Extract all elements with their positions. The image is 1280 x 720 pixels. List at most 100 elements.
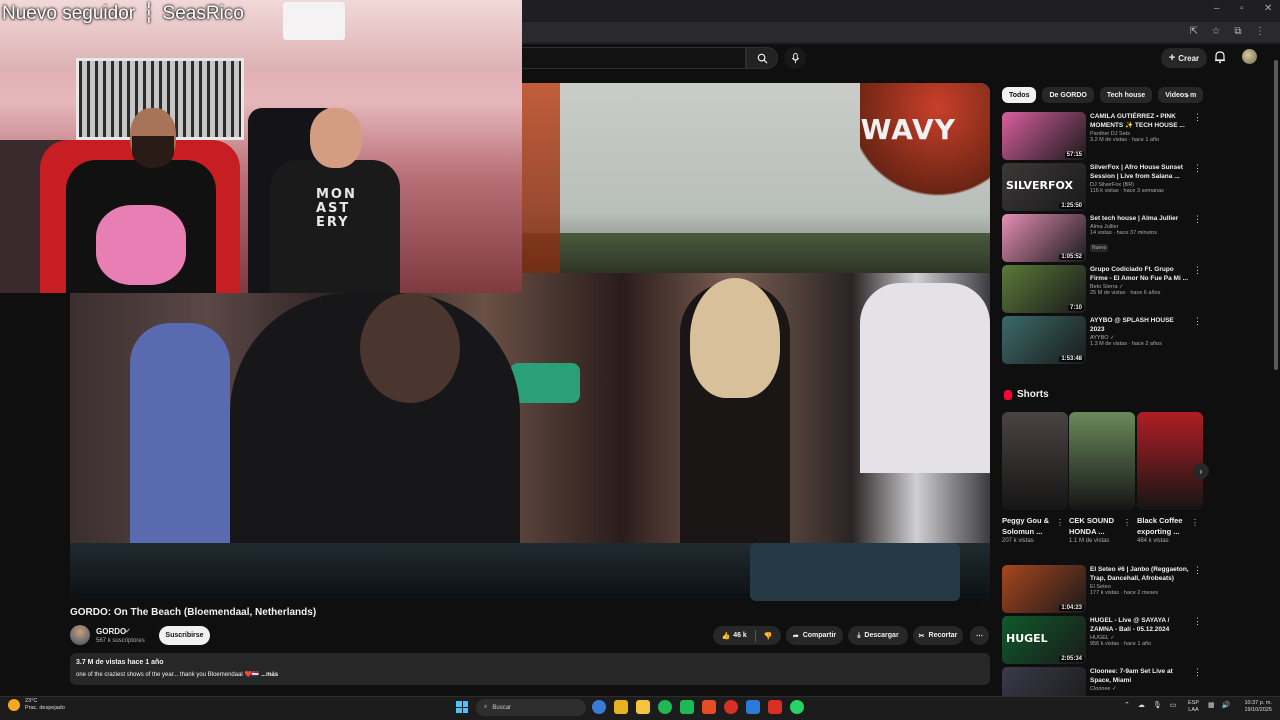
taskbar-clock[interactable]: 10:37 p. m. 19/10/2025: [1232, 700, 1272, 714]
recommendation-views: 1.3 M de vistas · hace 2 años: [1090, 341, 1162, 347]
taskbar-app-icon[interactable]: [724, 700, 738, 714]
search-input[interactable]: [522, 47, 746, 69]
voice-search-button[interactable]: [784, 47, 806, 69]
recommendation-channel[interactable]: Cloonee ✓: [1090, 686, 1190, 692]
recommendation-title[interactable]: El Seteo #6 | Janbo (Reggaeton, Trap, Da…: [1090, 565, 1190, 583]
cloud-icon[interactable]: ☁: [1138, 701, 1145, 709]
more-vertical-icon[interactable]: ⋮: [1191, 518, 1199, 527]
download-button[interactable]: ⤓ Descargar: [848, 626, 908, 645]
taskbar-app-icon[interactable]: [768, 700, 782, 714]
recommendation-card[interactable]: 57:15 CAMILA GUTIÉRREZ • PINK MOMENTS ✨ …: [1002, 112, 1202, 160]
recommendation-card[interactable]: HUGEL 2:05:34 HUGEL - Live @ SAYAYA / ZAM…: [1002, 616, 1202, 664]
shorts-next-button[interactable]: ›: [1193, 463, 1209, 479]
more-vertical-icon[interactable]: ⋮: [1193, 214, 1202, 225]
like-dislike-group: 👍 46 k 👎: [713, 626, 781, 645]
tab-strip[interactable]: [522, 0, 1280, 22]
recommendation-card[interactable]: 1:04:23 El Seteo #6 | Janbo (Reggaeton, …: [1002, 565, 1202, 613]
new-follower-alert: Nuevo seguidor ┆ SeasRico: [2, 2, 244, 25]
more-vertical-icon[interactable]: ⋮: [1193, 163, 1202, 174]
taskbar-app-icon[interactable]: [658, 700, 672, 714]
weather-widget[interactable]: 23°C Prac. despejado: [8, 698, 65, 712]
volume-icon[interactable]: 🔊: [1222, 701, 1231, 709]
mic-icon[interactable]: 🎙: [1153, 701, 1162, 709]
taskbar-app-icon[interactable]: [680, 700, 694, 714]
taskbar-app-icon[interactable]: [592, 700, 606, 714]
maximize-icon[interactable]: ▫: [1240, 3, 1244, 14]
taskbar-app-icon[interactable]: [746, 700, 760, 714]
chip-3[interactable]: Videos m: [1158, 87, 1204, 103]
recommendation-thumbnail[interactable]: HUGEL 2:05:34: [1002, 616, 1086, 664]
chip-0[interactable]: Todos: [1002, 87, 1037, 103]
minimize-icon[interactable]: –: [1214, 3, 1220, 14]
close-icon[interactable]: ✕: [1264, 3, 1272, 14]
dislike-button[interactable]: 👎: [764, 632, 773, 640]
scrollbar-thumb[interactable]: [1274, 60, 1278, 370]
recommendation-title[interactable]: CAMILA GUTIÉRREZ • PINK MOMENTS ✨ TECH H…: [1090, 112, 1190, 130]
share-button[interactable]: ➦ Compartir: [786, 626, 843, 645]
account-avatar[interactable]: [1242, 49, 1257, 64]
like-button[interactable]: 👍 46 k: [721, 632, 746, 640]
more-vertical-icon[interactable]: ⋮: [1056, 518, 1064, 527]
taskbar-apps: [592, 700, 804, 714]
language-indicator[interactable]: ESP LAA: [1188, 700, 1199, 714]
more-vertical-icon[interactable]: ⋮: [1193, 565, 1202, 576]
recommendation-title[interactable]: AYYBO @ SPLASH HOUSE 2023: [1090, 316, 1190, 334]
description-more-link[interactable]: ...más: [261, 672, 278, 678]
recommendation-thumbnail[interactable]: 57:15: [1002, 112, 1086, 160]
recommendation-views: 956 k vistas · hace 1 año: [1090, 641, 1152, 647]
star-icon[interactable]: ☆: [1210, 26, 1222, 37]
monitor-icon[interactable]: ▭: [1170, 701, 1177, 709]
short-thumbnail[interactable]: [1069, 412, 1135, 510]
video-person-blue-dress: [130, 323, 230, 553]
address-bar[interactable]: [522, 22, 1280, 42]
taskbar-app-icon[interactable]: [636, 700, 650, 714]
recommendation-title[interactable]: SilverFox | Afro House Sunset Session | …: [1090, 163, 1190, 181]
recommendation-thumbnail[interactable]: SILVERFOX 1:25:50: [1002, 163, 1086, 211]
more-vertical-icon[interactable]: ⋮: [1193, 316, 1202, 327]
notifications-bell-icon[interactable]: [1213, 50, 1227, 64]
recommendation-thumbnail[interactable]: 1:05:52: [1002, 214, 1086, 262]
recommendation-card[interactable]: 1:53:48 AYYBO @ SPLASH HOUSE 2023 AYYBO …: [1002, 316, 1202, 364]
recommendation-card[interactable]: 1:05:52 Set tech house | Alma Jullier Al…: [1002, 214, 1202, 262]
channel-name[interactable]: GORDO: [96, 627, 126, 636]
recommendation-thumbnail[interactable]: 1:53:48: [1002, 316, 1086, 364]
recommendation-card[interactable]: SILVERFOX 1:25:50 SilverFox | Afro House …: [1002, 163, 1202, 211]
description-box[interactable]: 3.7 M de vistas hace 1 año one of the cr…: [70, 653, 990, 685]
recommendation-card[interactable]: Cloonee: 7-9am Set Live at Space, Miami …: [1002, 667, 1202, 715]
recommendation-card[interactable]: 7:10 Grupo Codiciado Ft. Grupo Firme - E…: [1002, 265, 1202, 313]
recommendation-title[interactable]: Grupo Codiciado Ft. Grupo Firme - El Amo…: [1090, 265, 1190, 283]
extensions-icon[interactable]: ⧉: [1232, 26, 1244, 37]
taskbar-app-icon[interactable]: [614, 700, 628, 714]
recommendation-thumbnail[interactable]: 7:10: [1002, 265, 1086, 313]
start-button[interactable]: [456, 701, 468, 713]
chip-2[interactable]: Tech house: [1099, 87, 1153, 103]
recommendation-meta: Set tech house | Alma Jullier Alma Julli…: [1090, 214, 1190, 254]
taskbar-app-icon[interactable]: [702, 700, 716, 714]
recommendation-title[interactable]: Cloonee: 7-9am Set Live at Space, Miami: [1090, 667, 1190, 685]
search-button[interactable]: [746, 47, 778, 69]
taskbar-app-icon[interactable]: [790, 700, 804, 714]
subscribe-button[interactable]: Suscribirse: [159, 626, 210, 645]
install-icon[interactable]: ⇱: [1188, 26, 1200, 37]
chip-1[interactable]: De GORDO: [1042, 87, 1094, 103]
more-vertical-icon[interactable]: ⋮: [1193, 265, 1202, 276]
recommendation-title[interactable]: HUGEL - Live @ SAYAYA / ZAMNA - Bali - 0…: [1090, 616, 1190, 634]
short-thumbnail[interactable]: [1002, 412, 1068, 510]
more-vertical-icon[interactable]: ⋮: [1193, 616, 1202, 627]
weather-temperature: 23°C: [25, 698, 38, 704]
recommendation-thumbnail[interactable]: 1:04:23: [1002, 565, 1086, 613]
clip-button[interactable]: ✂ Recortar: [913, 626, 963, 645]
channel-avatar[interactable]: [70, 625, 90, 645]
create-button[interactable]: + Crear: [1161, 48, 1207, 68]
more-vertical-icon[interactable]: ⋮: [1193, 667, 1202, 678]
recommendation-title[interactable]: Set tech house | Alma Jullier: [1090, 214, 1190, 223]
chevron-right-icon[interactable]: ›: [1186, 90, 1189, 100]
taskbar-search[interactable]: ⌕ Buscar: [476, 699, 586, 716]
more-vertical-icon[interactable]: ⋮: [1123, 518, 1131, 527]
more-actions-button[interactable]: ⋯: [970, 626, 989, 645]
chevron-up-icon[interactable]: ⌃: [1124, 701, 1130, 709]
network-icon[interactable]: ▦: [1208, 701, 1215, 709]
short-thumbnail[interactable]: [1137, 412, 1203, 510]
menu-icon[interactable]: ⋮: [1254, 26, 1266, 37]
more-vertical-icon[interactable]: ⋮: [1193, 112, 1202, 123]
